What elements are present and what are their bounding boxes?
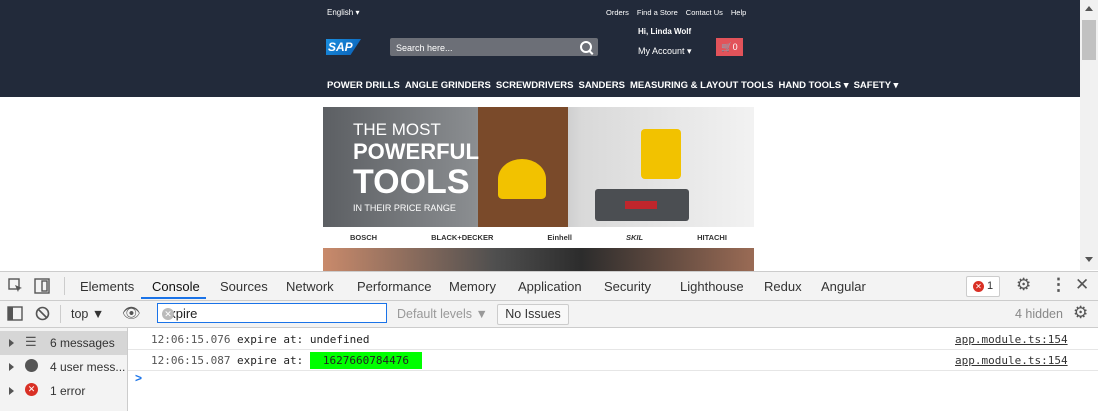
log-levels-dropdown[interactable]: Default levels ▼ [397,307,488,321]
banner-line-1: THE MOST [353,120,441,139]
nav-angle-grinders[interactable]: ANGLE GRINDERS [405,80,491,91]
expand-arrow-icon[interactable] [9,363,14,371]
brand-einhell: Einhell [547,233,572,242]
user-greeting: Hi, Linda Wolf [638,27,692,36]
main-nav: POWER DRILLS ANGLE GRINDERS SCREWDRIVERS… [327,80,898,91]
search-icon[interactable] [580,41,592,53]
console-filter-input[interactable]: expire ✕ [157,303,387,323]
more-options-icon[interactable]: ⋮ [1050,275,1067,295]
device-toolbar-icon[interactable] [34,278,50,294]
my-account-menu[interactable]: My Account ▾ [638,46,692,57]
hidden-messages-count: 4 hidden [1015,307,1063,321]
sidebar-item-user-messages[interactable]: 4 user mess... [0,355,127,379]
sap-logo[interactable]: SAP [326,39,361,55]
scroll-up-arrow-icon[interactable] [1085,6,1093,11]
console-prompt-chevron-icon[interactable]: > [135,371,142,385]
user-icon [25,359,38,372]
tab-sources[interactable]: Sources [220,279,268,294]
issues-button[interactable]: No Issues [497,304,569,325]
helmet-image [498,159,546,199]
top-link-help[interactable]: Help [731,8,746,17]
tab-lighthouse[interactable]: Lighthouse [680,279,744,294]
scrollbar-thumb[interactable] [1082,20,1096,60]
tab-network[interactable]: Network [286,279,334,294]
nav-sanders[interactable]: SANDERS [578,80,624,91]
tab-elements[interactable]: Elements [80,279,134,294]
sidebar-item-label: 4 user mess... [50,360,126,374]
sidebar-item-errors[interactable]: ✕ 1 error [0,379,127,403]
log-source-link[interactable]: app.module.ts:154 [955,354,1068,367]
log-value-highlighted: 1627660784476 [309,352,422,369]
sidebar-item-label: 1 error [50,384,86,398]
page-scrollbar[interactable] [1080,0,1098,270]
brand-strip: BOSCH BLACK+DECKER Einhell SKIL HITACHI [323,229,754,246]
list-icon: ☰ [25,334,37,349]
console-log-row: 12:06:15.076 expire at: undefined app.mo… [128,329,1098,350]
devtools-tabbar: Elements Console Sources Network Perform… [0,272,1098,301]
nav-hand-tools[interactable]: HAND TOOLS ▾ [779,80,849,91]
error-icon: ✕ [25,383,38,396]
banner-line-3: TOOLS [353,163,470,201]
tab-application[interactable]: Application [518,279,582,294]
banner-line-4: IN THEIR PRICE RANGE [353,203,456,213]
top-links: Orders Find a Store Contact Us Help [606,8,746,17]
hero-banner[interactable]: THE MOST POWERFUL TOOLS IN THEIR PRICE R… [323,107,754,227]
search-input[interactable] [394,40,578,56]
cart-button[interactable]: 🛒0 [716,38,743,56]
brand-black-decker: BLACK+DECKER [431,233,494,242]
error-icon: ✕ [973,281,984,292]
site-search[interactable] [390,38,598,56]
expand-arrow-icon[interactable] [9,387,14,395]
settings-gear-icon[interactable]: ⚙ [1016,275,1031,295]
top-link-contact[interactable]: Contact Us [686,8,723,17]
tab-angular[interactable]: Angular [821,279,866,294]
tab-performance[interactable]: Performance [357,279,431,294]
nav-screwdrivers[interactable]: SCREWDRIVERS [496,80,574,91]
language-selector[interactable]: English ▾ [327,8,360,17]
brand-hitachi: HITACHI [697,233,727,242]
context-selector[interactable]: top ▼ [71,307,104,321]
console-sidebar: ☰ 6 messages 4 user mess... ✕ 1 error [0,328,128,411]
log-value: undefined [309,333,370,346]
show-sidebar-icon[interactable] [7,306,23,321]
tab-security[interactable]: Security [604,279,651,294]
tab-memory[interactable]: Memory [449,279,496,294]
top-link-orders[interactable]: Orders [606,8,629,17]
tool-case-image [595,189,689,221]
log-timestamp: 12:06:15.076 [151,333,231,346]
close-devtools-icon[interactable]: ✕ [1075,275,1089,295]
error-count: 1 [987,280,994,292]
devtools-panel: Elements Console Sources Network Perform… [0,271,1098,411]
site-header: English ▾ Orders Find a Store Contact Us… [0,0,1080,97]
sidebar-item-messages[interactable]: ☰ 6 messages [0,331,127,355]
console-log-row: 12:06:15.087 expire at: 1627660784476 ap… [128,350,1098,371]
inspect-element-icon[interactable] [8,278,24,294]
brand-bosch: BOSCH [350,233,378,242]
error-count-badge[interactable]: ✕ 1 [966,276,1000,297]
brand-skil: SKIL [625,233,644,242]
tab-divider [64,277,65,295]
nav-measuring-layout[interactable]: MEASURING & LAYOUT TOOLS [630,80,774,91]
log-message: expire at: 1627660784476 [237,352,422,369]
active-tab-indicator [141,297,206,299]
second-banner[interactable] [323,248,754,272]
tab-console[interactable]: Console [152,279,200,294]
top-link-find-store[interactable]: Find a Store [637,8,678,17]
scroll-down-arrow-icon[interactable] [1085,257,1093,262]
drill-image [641,129,681,179]
log-timestamp: 12:06:15.087 [151,354,231,367]
log-message: expire at: undefined [237,333,370,346]
expand-arrow-icon[interactable] [9,339,14,347]
log-source-link[interactable]: app.module.ts:154 [955,333,1068,346]
clear-console-icon[interactable] [35,306,50,321]
toolbar-divider [60,305,61,323]
clear-filter-icon[interactable]: ✕ [162,308,174,320]
banner-line-2: POWERFUL [353,139,479,164]
nav-power-drills[interactable]: POWER DRILLS [327,80,400,91]
console-settings-gear-icon[interactable]: ⚙ [1073,303,1088,323]
live-expression-eye-icon[interactable]: 👁 [122,304,141,322]
nav-safety[interactable]: SAFETY ▾ [854,80,899,91]
sidebar-item-label: 6 messages [50,336,115,350]
tab-redux[interactable]: Redux [764,279,802,294]
